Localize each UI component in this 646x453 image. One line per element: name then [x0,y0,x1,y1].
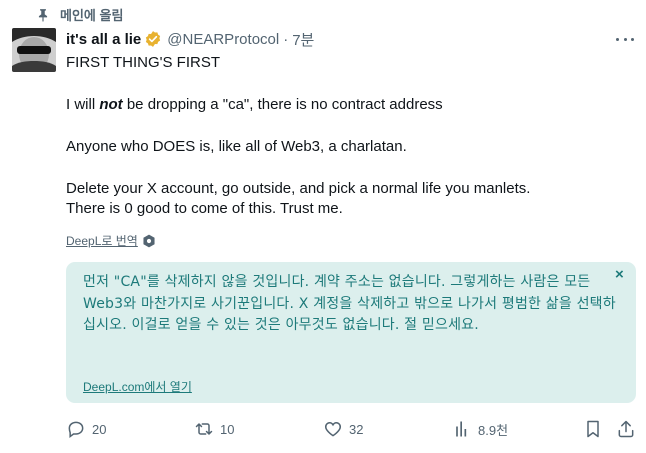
more-dot-icon [631,37,634,41]
views-chart-icon [456,421,467,437]
like-count: 32 [349,421,364,437]
post-line: FIRST THING'S FIRST [66,54,220,71]
share-button[interactable] [616,418,636,440]
more-dot-icon [616,37,619,41]
translation-text: 먼저 "CA"를 삭제하지 않을 것입니다. 계약 주소는 없습니다. 그렇게하… [83,274,616,333]
author-handle[interactable]: @NEARProtocol [167,31,279,48]
translation-panel: × 먼저 "CA"를 삭제하지 않을 것입니다. 계약 주소는 없습니다. 그렇… [66,262,636,403]
post-body: FIRST THING'S FIRST I will not be droppi… [66,53,626,219]
translate-link[interactable]: DeepL로 번역 [66,232,156,249]
separator-dot: · [283,30,289,48]
pin-icon [38,8,48,22]
post-text: be dropping a "ca", there is no contract… [122,96,443,113]
repost-count: 10 [220,421,235,437]
avatar[interactable] [12,28,56,72]
repost-icon [195,423,213,435]
post-time[interactable]: 7분 [292,29,314,50]
action-bar: 20 10 32 8.9천 [66,418,636,440]
display-name[interactable]: it's all a lie [66,31,141,48]
post-header: it's all a lie @NEARProtocol · 7분 [66,29,314,49]
repost-button[interactable]: 10 [194,418,234,440]
like-button[interactable]: 32 [323,418,363,440]
views-count: 8.9천 [478,422,509,438]
bookmark-button[interactable] [583,418,603,440]
post-emphasis: not [99,96,123,113]
verified-badge-icon [146,31,161,47]
more-dot-icon [623,37,627,41]
post-line: I will not be dropping a "ca", there is … [66,95,626,115]
share-icon [618,420,634,438]
reply-icon [68,421,84,438]
pinned-label: 메인에 올림 [36,5,123,24]
settings-icon[interactable] [142,234,156,248]
views-button[interactable]: 8.9천 [452,418,508,440]
post-line: There is 0 good to come of this. Trust m… [66,200,343,217]
heart-icon [324,421,342,437]
translate-label[interactable]: DeepL로 번역 [66,232,138,249]
post-line: Delete your X account, go outside, and p… [66,180,531,197]
post-text: I will [66,96,100,113]
reply-count: 20 [92,421,107,437]
pinned-text: 메인에 올림 [60,8,124,23]
more-options-button[interactable] [614,30,636,48]
post-line: Anyone who DOES is, like all of Web3, a … [66,138,407,155]
open-deepl-link[interactable]: DeepL.com에서 열기 [83,378,192,395]
bookmark-icon [587,420,599,438]
reply-button[interactable]: 20 [66,418,106,440]
